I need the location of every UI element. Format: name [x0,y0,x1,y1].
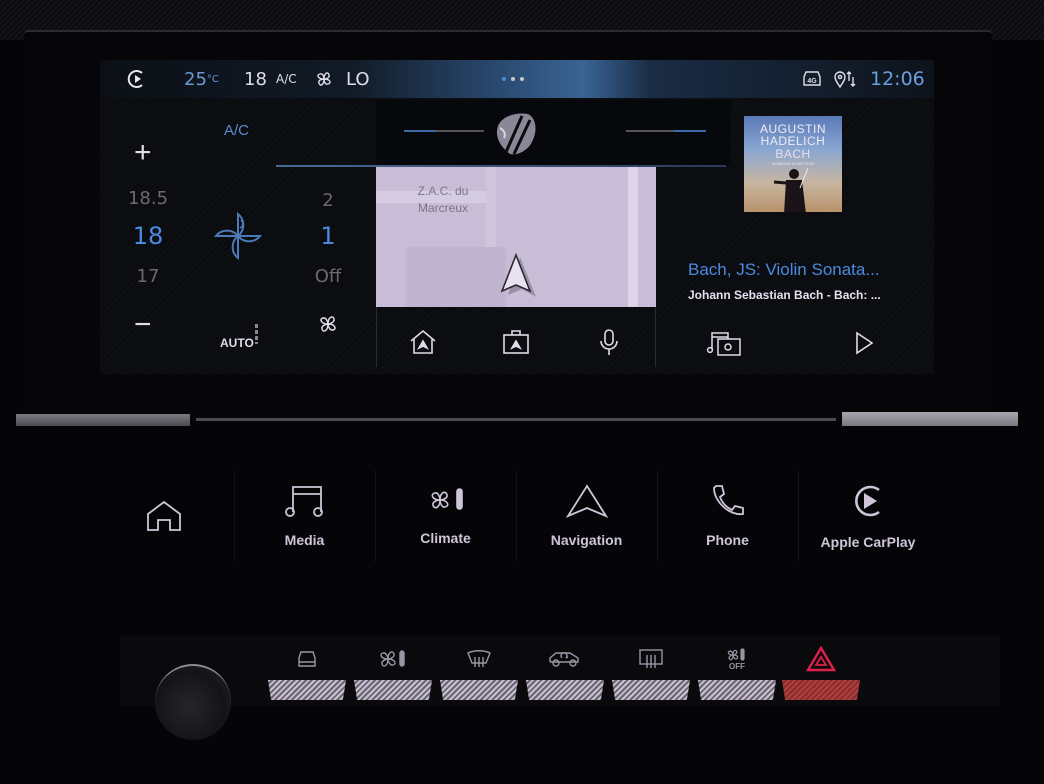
ac-toggle[interactable]: A/C [224,122,249,139]
front-car-icon [298,651,316,667]
fan-icon[interactable] [212,210,264,267]
chrome-trim [16,414,190,426]
divider-line [404,130,484,132]
volume-knob[interactable] [155,664,231,740]
climate-off-icon [727,647,745,661]
map-label-line: Z.A.C. du [417,184,469,198]
climate-button[interactable] [352,640,434,702]
fan-level[interactable]: LO [346,60,370,98]
temp-option-above[interactable]: 18.5 [126,188,170,209]
auto-climate-button[interactable]: AUTO [220,336,254,350]
home-shortcut-button[interactable] [94,460,234,572]
carplay-icon[interactable] [126,60,148,98]
music-note-icon [284,486,323,517]
page-dot-home[interactable] [502,77,506,81]
temp-up-button[interactable]: + [134,136,152,170]
vehicle-position-icon [496,251,540,306]
media-panel: AUGUSTIN HADELICH BACH SONATAS & PARTITA… [656,100,934,374]
song-artist: Johann Sebastian Bach - Bach: ... [688,288,881,302]
ac-status[interactable]: A/C [276,60,297,98]
clock: 12:06 [870,68,925,90]
phone-icon [712,485,744,515]
off-label: OFF [729,661,745,671]
home-nav-icon[interactable] [406,325,440,359]
media-shortcut-button[interactable]: Media [234,460,375,572]
home-icon [147,500,181,531]
carplay-icon [855,485,880,517]
song-title[interactable]: Bach, JS: Violin Sonata... [688,260,880,280]
infotainment-screen: 25 °C 18 A/C LO 4G 12:06 A/C + 18.5 18 17… [100,60,934,374]
hazard-button[interactable] [780,640,862,702]
outside-temperature: 25 °C [184,60,219,98]
map-road [628,167,638,307]
fan-current[interactable]: 1 [308,222,348,250]
phone-label: Phone [706,532,749,548]
page-dot[interactable] [511,77,515,81]
divider [376,307,377,367]
rear-defrost-button[interactable] [610,640,692,702]
climate-panel: A/C + 18.5 18 17 − 2 1 Off AUTO [100,100,376,374]
status-bar: 25 °C 18 A/C LO 4G 12:06 [100,60,934,98]
fan-option-below[interactable]: Off [308,266,348,287]
navigation-shortcut-button[interactable]: Navigation [516,460,657,572]
navigation-map[interactable]: Z.A.C. du Marcreux [376,167,656,307]
recirculation-button[interactable] [524,640,606,702]
map-place-label: Z.A.C. du Marcreux [412,183,474,217]
auto-level-indicator [255,324,258,344]
touch-shortcut-bar: Media Climate Navigation Phone Apple Car… [94,460,934,572]
music-radio-source-icon[interactable] [704,326,744,360]
4g-car-icon: 4G [800,60,824,98]
recirculation-icon [549,652,579,667]
fan-option-above[interactable]: 2 [308,190,348,211]
chrome-trim [196,418,836,421]
button-pad[interactable] [698,680,776,700]
navigation-arrow-icon [565,484,608,518]
page-dot[interactable] [520,77,524,81]
button-pad[interactable] [526,680,604,700]
hazard-icon [806,646,836,672]
fan-speed-icon[interactable] [316,312,340,341]
violinist-silhouette-icon [772,164,822,212]
album-art-text: HADELICH [760,134,826,148]
front-defrost-button[interactable] [438,640,520,702]
apple-carplay-shortcut-button[interactable]: Apple CarPlay [798,460,938,572]
button-pad[interactable] [440,680,518,700]
climate-shortcut-button[interactable]: Climate [375,460,516,572]
chrome-trim [842,412,1018,426]
album-art-text: BACH [775,147,811,161]
map-label-line: Marcreux [417,201,468,215]
fan-icon[interactable] [314,60,334,98]
button-pad[interactable] [268,680,346,700]
media-label: Media [284,532,325,548]
outside-temp-value: 25 [184,68,207,90]
microphone-icon[interactable] [592,325,626,359]
climate-label: Climate [420,530,471,546]
button-pad[interactable] [354,680,432,700]
album-art[interactable]: AUGUSTIN HADELICH BACH SONATAS & PARTITA… [744,116,842,212]
svg-text:4G: 4G [807,78,817,85]
outside-temp-unit: °C [206,73,219,85]
work-nav-icon[interactable] [499,325,533,359]
fan-thermometer-icon [430,488,463,510]
temp-current[interactable]: 18 [126,222,170,250]
play-icon[interactable] [844,326,884,360]
set-temperature[interactable]: 18 [244,60,267,98]
climate-off-button[interactable]: OFF [696,640,778,702]
navigation-shortcuts [376,307,656,374]
location-sharing-icon[interactable] [832,60,858,98]
apple-carplay-label: Apple CarPlay [820,534,916,550]
brand-logo-icon [488,108,540,163]
map-area [406,247,506,307]
button-pad[interactable] [782,680,860,700]
temp-down-button[interactable]: − [134,308,152,342]
phone-shortcut-button[interactable]: Phone [657,460,798,572]
climate-icon [380,650,405,667]
page-indicator[interactable] [502,60,524,98]
button-pad[interactable] [612,680,690,700]
front-defrost-icon [467,650,491,667]
front-car-button[interactable] [266,640,348,702]
navigation-label: Navigation [550,532,623,548]
rear-defrost-icon [639,649,663,668]
temp-option-below[interactable]: 17 [126,266,170,287]
